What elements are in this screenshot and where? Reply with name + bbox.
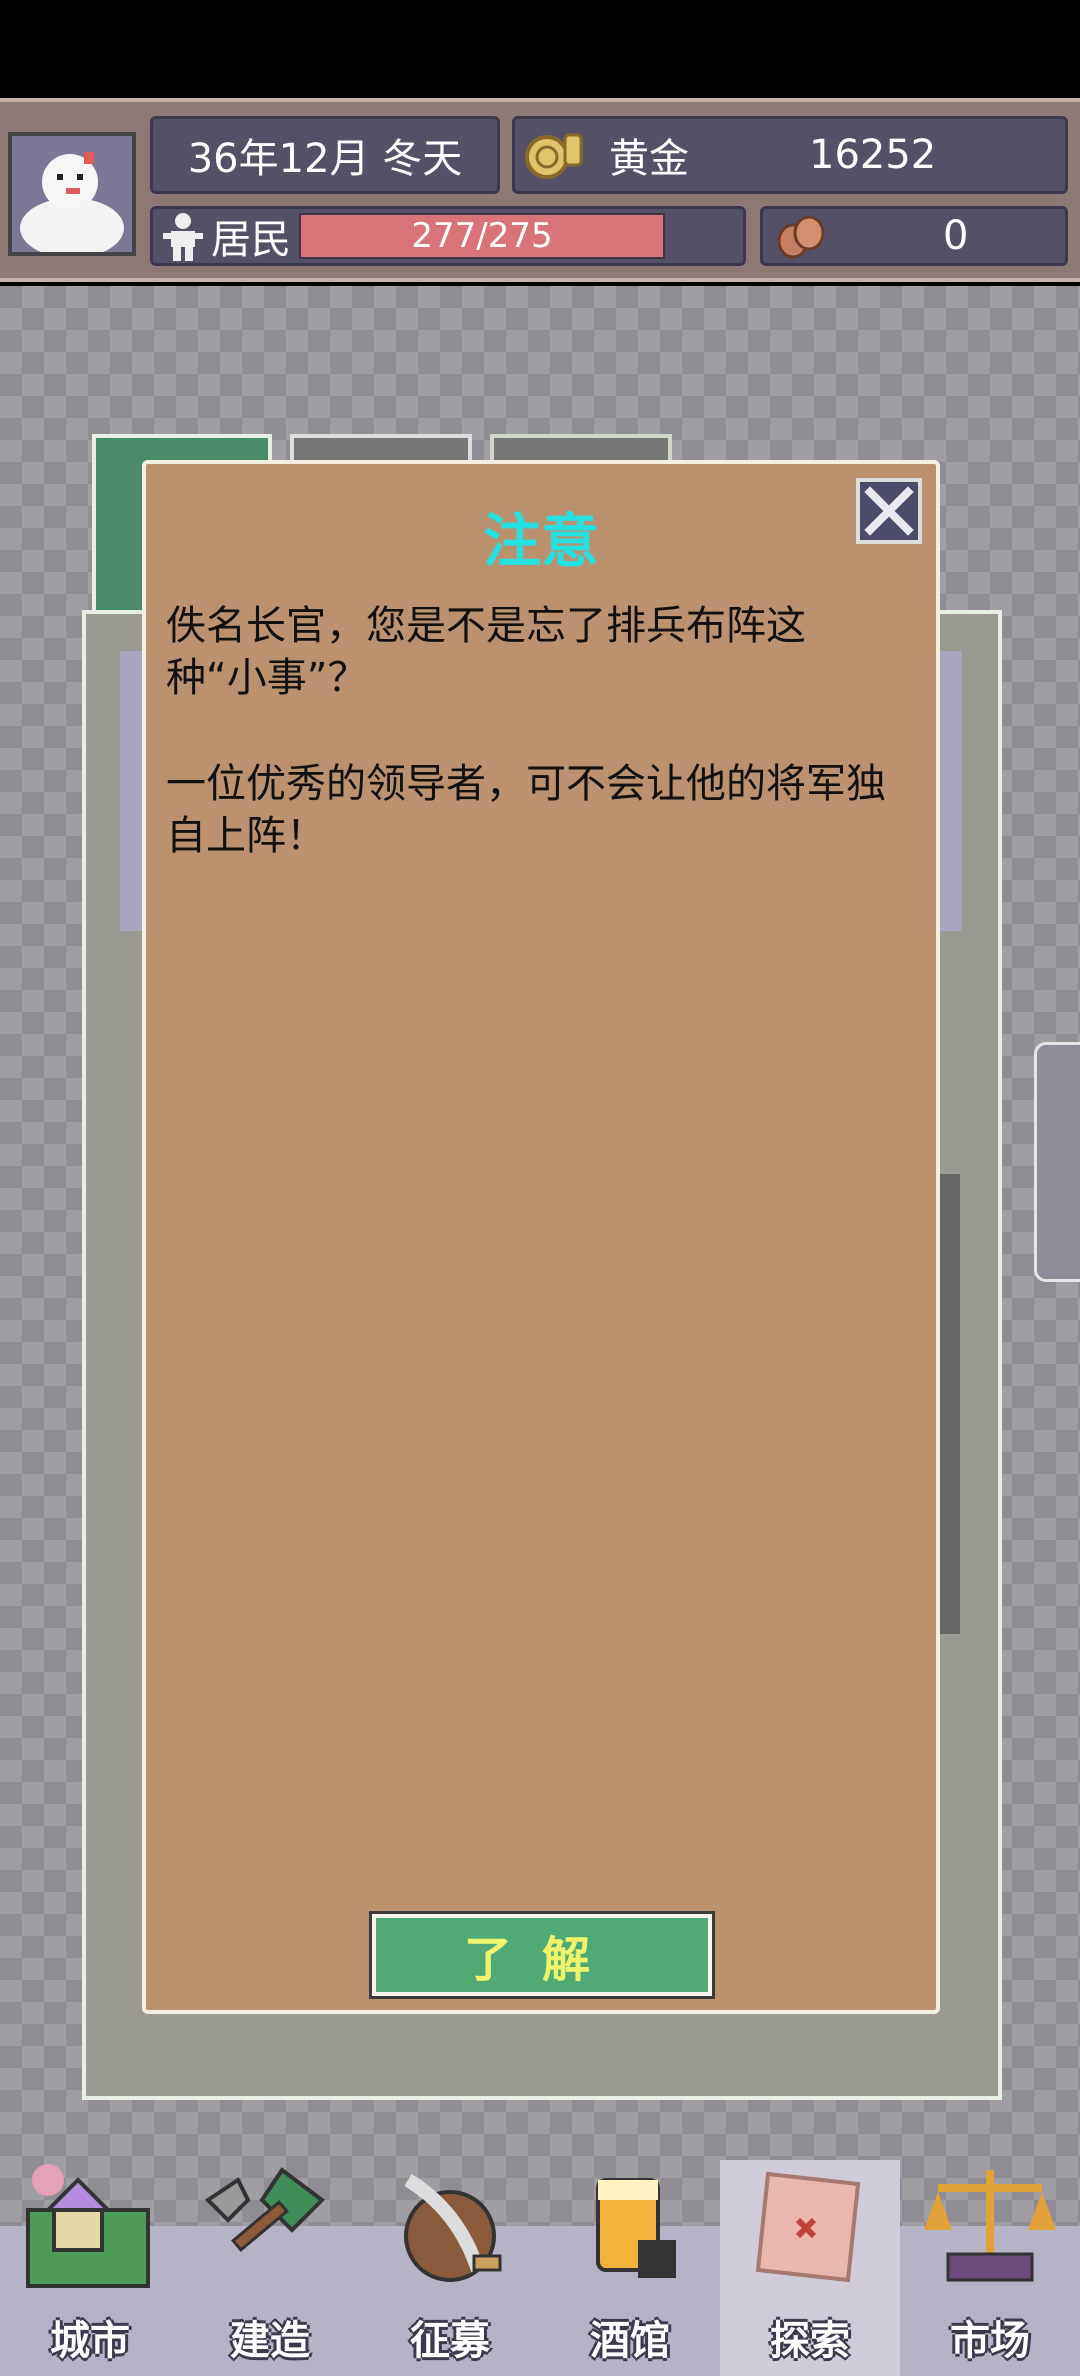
nav-label-recruit: 征募 <box>410 2318 490 2364</box>
gold-value: 16252 <box>809 132 937 178</box>
explore-icon <box>755 2171 861 2283</box>
tavern-icon <box>596 2178 676 2278</box>
player-avatar[interactable] <box>8 132 136 256</box>
nav-label-market: 市场 <box>950 2318 1030 2364</box>
date-label: 36年12月 冬天 <box>187 136 463 182</box>
build-icon <box>204 2167 326 2252</box>
residents-value: 277/275 <box>411 216 553 256</box>
resident-person-icon <box>163 213 203 261</box>
date-panel: 36年12月 冬天 <box>150 116 500 194</box>
dialog-title: 注意 <box>482 507 599 575</box>
system-status-bar <box>0 0 1080 98</box>
nav-item-city[interactable]: 城市 <box>0 2160 180 2376</box>
close-button[interactable] <box>856 478 922 544</box>
market-icon <box>924 2170 1056 2282</box>
nav-item-build[interactable]: 建造 <box>180 2160 360 2376</box>
copper-coins-icon <box>777 215 825 259</box>
nav-label-city: 城市 <box>50 2318 130 2364</box>
nav-label-tavern: 酒馆 <box>590 2318 670 2364</box>
gold-coin-icon <box>525 133 583 179</box>
gold-label: 黄金 <box>609 136 689 182</box>
nav-label-build: 建造 <box>230 2318 310 2364</box>
secondary-resource-panel: 0 <box>760 206 1068 266</box>
recruit-icon <box>404 2173 502 2282</box>
confirm-button[interactable]: 了解 <box>369 1911 715 1999</box>
dialog-message-2: 一位优秀的领导者，可不会让他的将军独自上阵！ <box>166 761 886 859</box>
snowman-icon <box>12 136 132 252</box>
nav-item-tavern[interactable]: 酒馆 <box>540 2160 720 2376</box>
nav-item-recruit[interactable]: 征募 <box>360 2160 540 2376</box>
residents-label: 居民 <box>211 217 291 263</box>
side-drawer-handle[interactable] <box>1034 1042 1080 1282</box>
nav-item-explore[interactable]: 探索 <box>720 2160 900 2376</box>
residents-panel: 居民 277/275 <box>150 206 746 266</box>
gold-panel: 黄金 16252 <box>512 116 1068 194</box>
confirm-button-label: 了解 <box>463 1932 620 1988</box>
city-icon <box>26 2164 150 2288</box>
notice-dialog: 注意 佚名长官，您是不是忘了排兵布阵这种“小事”？ 一位优秀的领导者，可不会让他… <box>142 460 940 2014</box>
nav-item-market[interactable]: 市场 <box>900 2160 1080 2376</box>
residents-bar: 277/275 <box>299 213 665 259</box>
nav-label-explore: 探索 <box>770 2318 850 2364</box>
close-icon <box>864 486 914 536</box>
secondary-resource-value: 0 <box>943 213 969 259</box>
dialog-message-1: 佚名长官，您是不是忘了排兵布阵这种“小事”？ <box>166 603 806 701</box>
